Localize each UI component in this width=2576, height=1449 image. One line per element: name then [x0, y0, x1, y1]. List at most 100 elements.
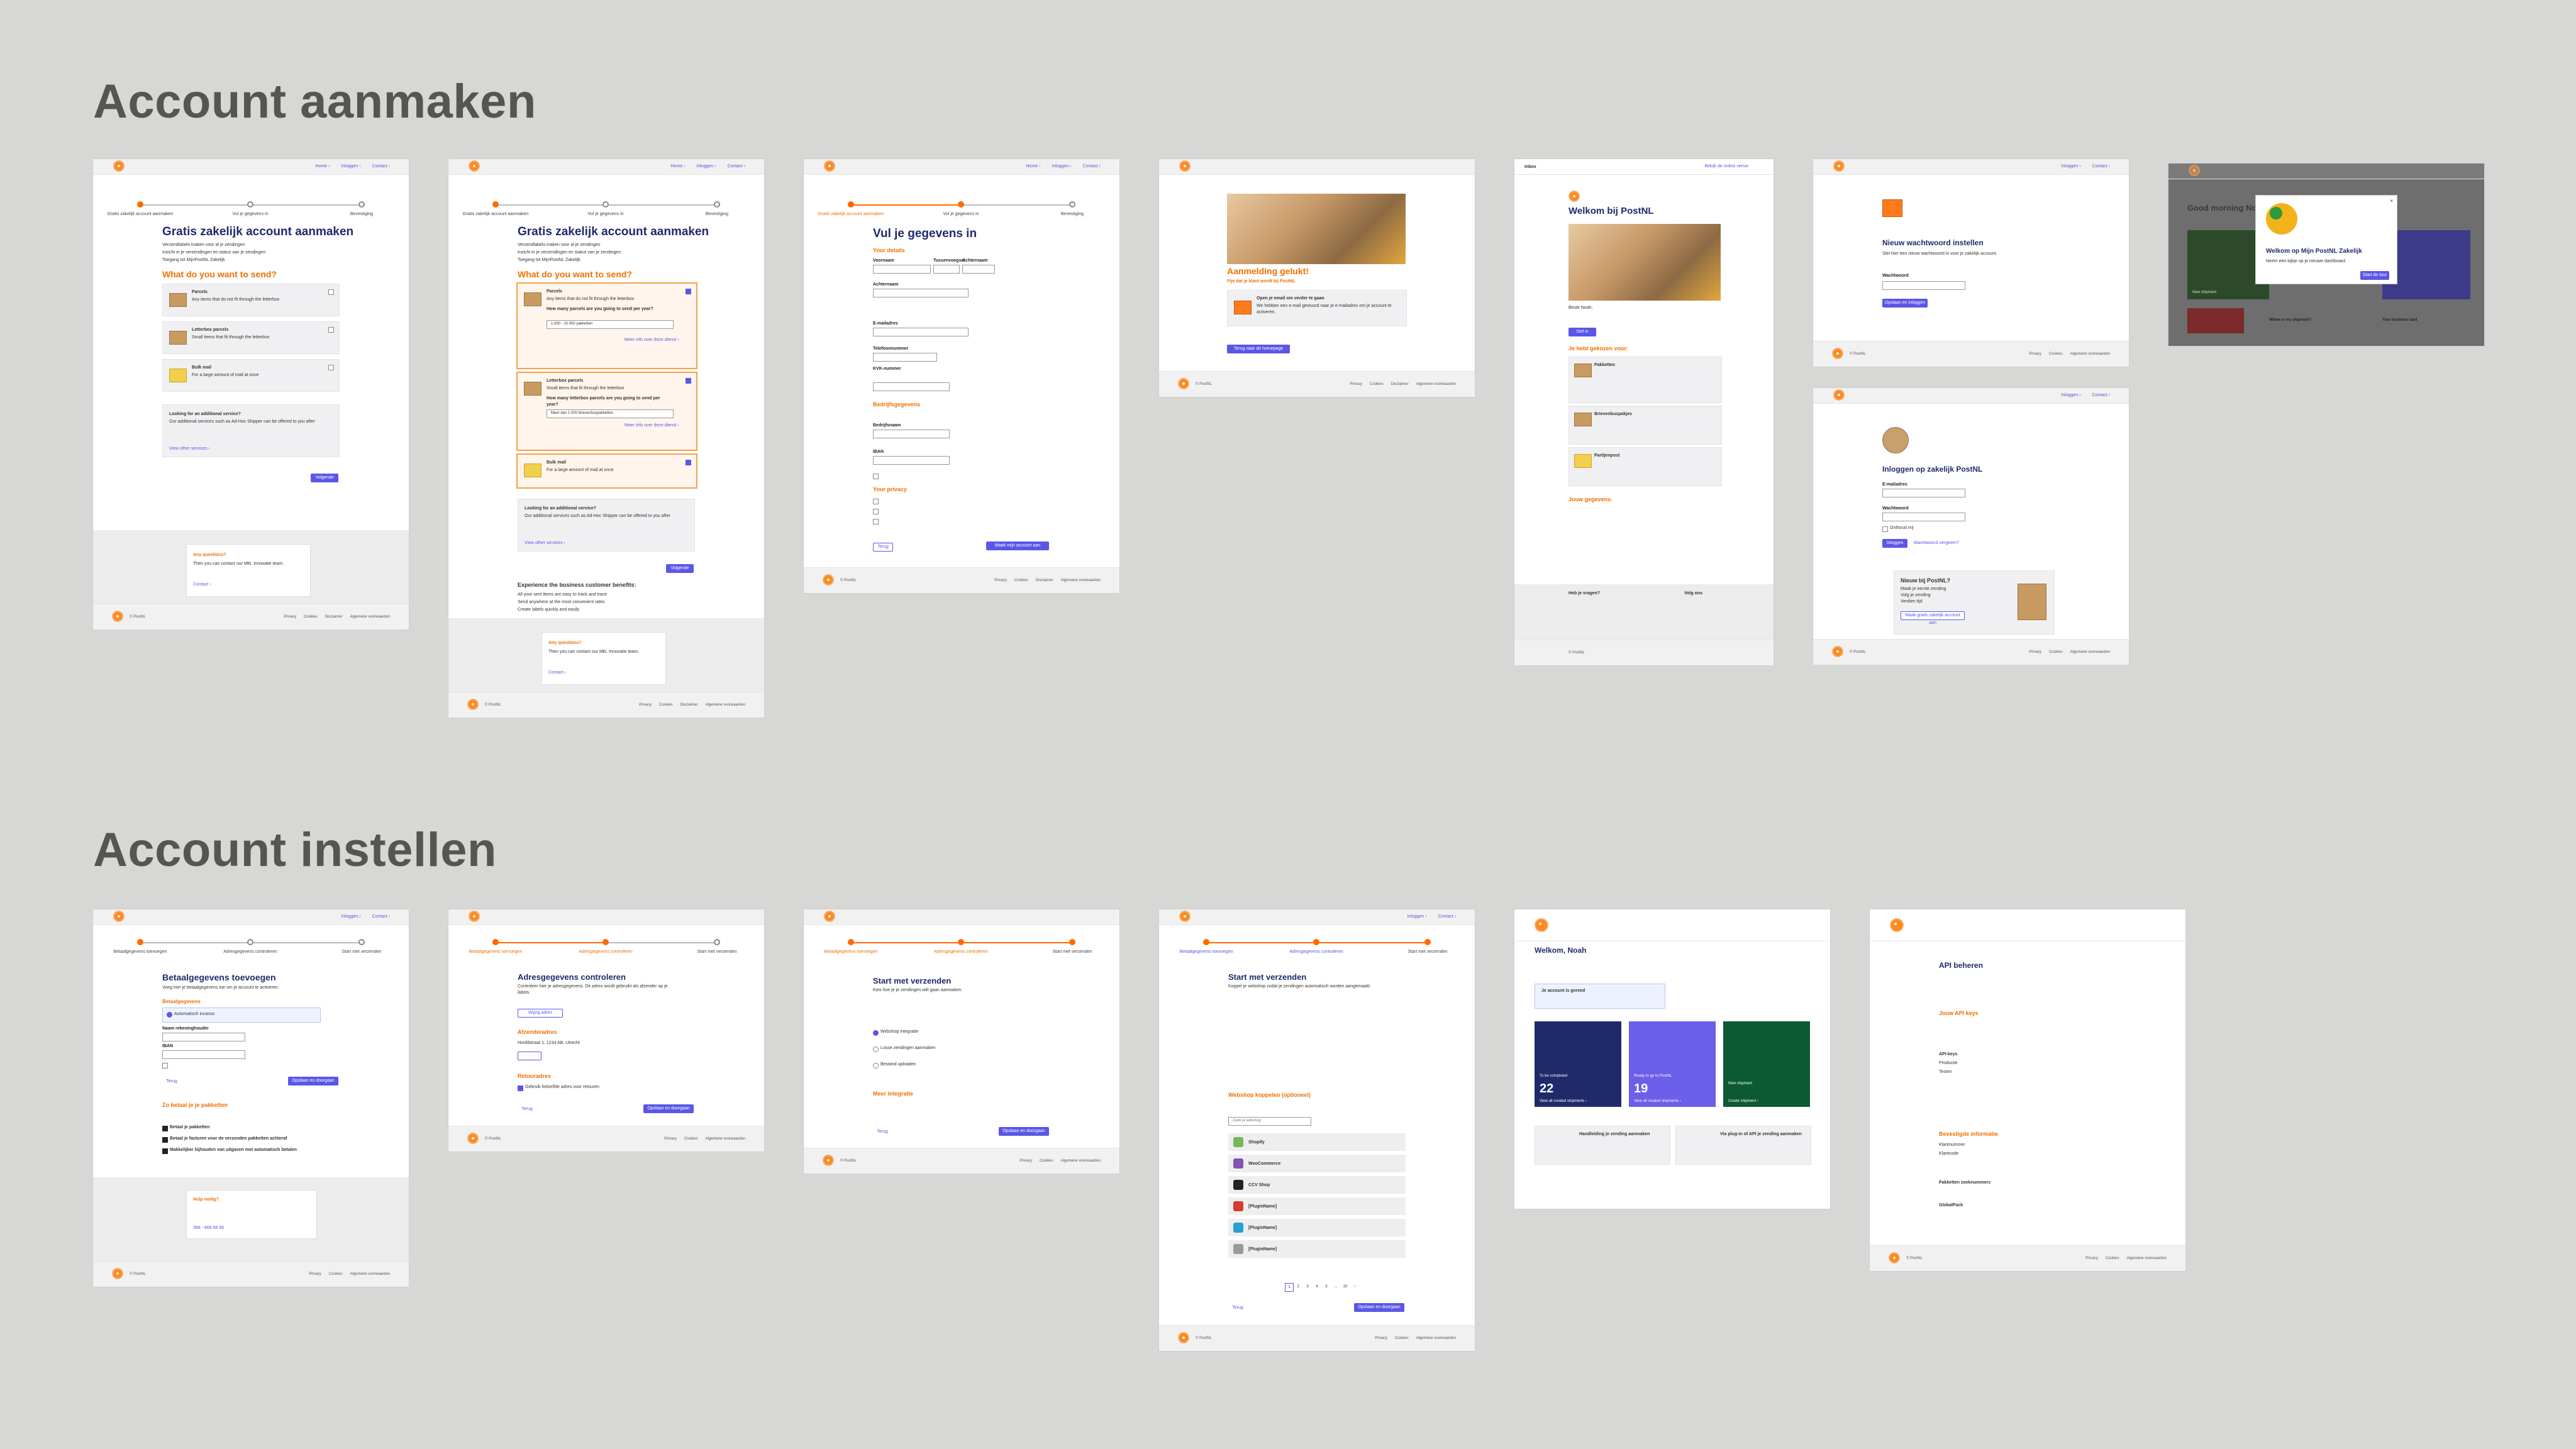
page-button[interactable]: ...	[1332, 1283, 1340, 1291]
webshop-row[interactable]: Shopify	[1228, 1133, 1406, 1151]
nav-login[interactable]: Inloggen ›	[2061, 164, 2080, 169]
save-button[interactable]: Opslaan en doorgaan	[288, 1077, 338, 1085]
volume-select[interactable]: 1.000 - 10.000 pakketten	[547, 320, 674, 329]
footer-disclaimer[interactable]: Disclaimer	[1036, 579, 1053, 582]
postnl-logo[interactable]	[469, 160, 480, 172]
close-icon[interactable]: ×	[2390, 198, 2393, 204]
option-bulk-mail-selected[interactable]: Bulk mail For a large amount of mail at …	[516, 453, 697, 489]
change-address-button[interactable]: Wijzig adres	[518, 1009, 563, 1018]
footer-disclaimer[interactable]: Disclaimer	[680, 703, 698, 707]
option-checkbox[interactable]	[328, 327, 334, 333]
footer-cookies[interactable]: Cookies	[1395, 1336, 1409, 1340]
footer-cookies[interactable]: Cookies	[2106, 1257, 2119, 1260]
save-login-button[interactable]: Opslaan en inloggen	[1882, 299, 1928, 308]
tile-link[interactable]: View all created shipments ›	[1634, 1099, 1681, 1103]
mail-inbox[interactable]: Inbox	[1524, 164, 1536, 170]
view-online-link[interactable]: Bekijk de online versie	[1704, 164, 1748, 169]
more-info-link[interactable]: Meer info over deze dienst ›	[625, 338, 679, 342]
webshop-row[interactable]: [PluginName]	[1228, 1219, 1406, 1236]
manual-shipment-card[interactable]: Handleiding je zending aanmaken	[1535, 1126, 1670, 1165]
tile-to-complete[interactable]: To be completed 22 View all created ship…	[1535, 1021, 1621, 1107]
tile-red[interactable]	[2187, 308, 2244, 333]
nav-contact[interactable]: Contact ›	[728, 164, 745, 169]
postnl-logo[interactable]	[1179, 160, 1191, 172]
footer-privacy[interactable]: Privacy	[284, 615, 296, 619]
homepage-button[interactable]: Terug naar de homepage	[1227, 345, 1290, 353]
name-field[interactable]	[162, 1033, 245, 1041]
login-button[interactable]: Inloggen	[1882, 539, 1907, 548]
postnl-logo[interactable]	[1890, 918, 1904, 932]
lastname-field[interactable]	[962, 265, 995, 274]
page-button[interactable]: 5	[1323, 1283, 1330, 1291]
nav-home[interactable]: Home ›	[1026, 164, 1041, 169]
nav-home[interactable]: Home ›	[316, 164, 330, 169]
page-button[interactable]: ›	[1351, 1283, 1358, 1291]
page-button[interactable]: 3	[1304, 1283, 1311, 1291]
email-field[interactable]	[873, 328, 969, 336]
tile-link[interactable]: View all created shipments ›	[1540, 1099, 1587, 1103]
nav-contact[interactable]: Contact ›	[1083, 164, 1101, 169]
returns-checkbox[interactable]	[518, 1085, 523, 1091]
nav-home[interactable]: Home ›	[671, 164, 686, 169]
page-button[interactable]: 10	[1341, 1283, 1349, 1291]
footer-cookies[interactable]: Cookies	[1040, 1159, 1053, 1163]
footer-disclaimer[interactable]: Disclaimer	[1391, 382, 1409, 386]
kvk-field[interactable]	[873, 382, 950, 391]
footer-terms[interactable]: Algemene voorwaarden	[1061, 1159, 1101, 1163]
postnl-logo[interactable]	[1833, 389, 1845, 401]
edit-button[interactable]	[518, 1052, 541, 1060]
password-field[interactable]	[1882, 281, 1965, 290]
phone-field[interactable]	[873, 353, 937, 362]
footer-disclaimer[interactable]: Disclaimer	[325, 615, 343, 619]
back-button[interactable]: Terug	[518, 1106, 536, 1113]
firstname-field[interactable]	[873, 265, 931, 274]
submit-button[interactable]: Maak mijn account aan	[986, 541, 1049, 550]
phone-link[interactable]: 088 - 868 68 68	[193, 1226, 224, 1230]
mandate-checkbox[interactable]	[162, 1063, 168, 1069]
postnl-logo[interactable]	[469, 911, 480, 922]
volume-select[interactable]: Meer dan 1.000 brievenbuspakketten	[547, 409, 674, 418]
postnl-logo[interactable]	[824, 911, 835, 922]
nav-login[interactable]: Inloggen ›	[1407, 914, 1426, 919]
footer-cookies[interactable]: Cookies	[2049, 352, 2063, 356]
footer-cookies[interactable]: Cookies	[1014, 579, 1028, 582]
footer-cookies[interactable]: Cookies	[2049, 650, 2063, 654]
postnl-logo[interactable]	[2189, 165, 2200, 176]
footer-privacy[interactable]: Privacy	[1375, 1336, 1387, 1340]
sepa-option[interactable]: Automatisch incasso	[162, 1008, 321, 1023]
footer-privacy[interactable]: Privacy	[994, 579, 1007, 582]
footer-terms[interactable]: Algemene voorwaarden	[350, 1272, 390, 1276]
footer-privacy[interactable]: Privacy	[639, 703, 652, 707]
footer-terms[interactable]: Algemene voorwaarden	[706, 703, 745, 707]
extra-link[interactable]: View other services ›	[525, 541, 565, 545]
back-button[interactable]: Terug	[873, 1128, 892, 1136]
api-shipment-card[interactable]: Via plug-in of API je zending aanmaken	[1675, 1126, 1811, 1165]
tile-ready[interactable]: Ready to go to PostNL 19 View all create…	[1629, 1021, 1716, 1107]
save-button[interactable]: Opslaan en doorgaan	[1354, 1303, 1404, 1312]
webshop-search-input[interactable]: Zoek je webshop	[1228, 1117, 1311, 1126]
option-checkbox[interactable]	[686, 289, 691, 294]
next-button[interactable]: Volgende	[666, 564, 694, 573]
forgot-password-link[interactable]: Wachtwoord vergeten?	[1914, 541, 1959, 545]
postnl-logo[interactable]	[824, 160, 835, 172]
footer-terms[interactable]: Algemene voorwaarden	[2070, 650, 2110, 654]
option-checkbox[interactable]	[328, 289, 334, 295]
postnl-logo[interactable]	[1179, 911, 1191, 922]
footer-privacy[interactable]: Privacy	[2085, 1257, 2098, 1260]
lastname-field-2[interactable]	[873, 289, 969, 297]
nav-login[interactable]: Inloggen ›	[341, 164, 360, 169]
footer-cookies[interactable]: Cookies	[659, 703, 673, 707]
contact-link[interactable]: Contact ›	[193, 582, 211, 587]
tile-link[interactable]: Create shipment ›	[1728, 1099, 1758, 1103]
webshop-row[interactable]: WooCommerce	[1228, 1155, 1406, 1172]
footer-terms[interactable]: Algemene voorwaarden	[1416, 1336, 1456, 1340]
page-button[interactable]: 1	[1285, 1283, 1294, 1292]
option-checkbox[interactable]	[686, 460, 691, 465]
privacy-checkbox-3[interactable]	[873, 519, 879, 525]
option-letterbox[interactable]: Letterbox parcels Small items that fit t…	[162, 321, 340, 354]
email-field[interactable]	[1882, 489, 1965, 497]
footer-privacy[interactable]: Privacy	[2029, 650, 2041, 654]
page-button[interactable]: 2	[1294, 1283, 1302, 1291]
option-checkbox[interactable]	[328, 365, 334, 370]
back-button[interactable]: Terug	[162, 1078, 181, 1085]
